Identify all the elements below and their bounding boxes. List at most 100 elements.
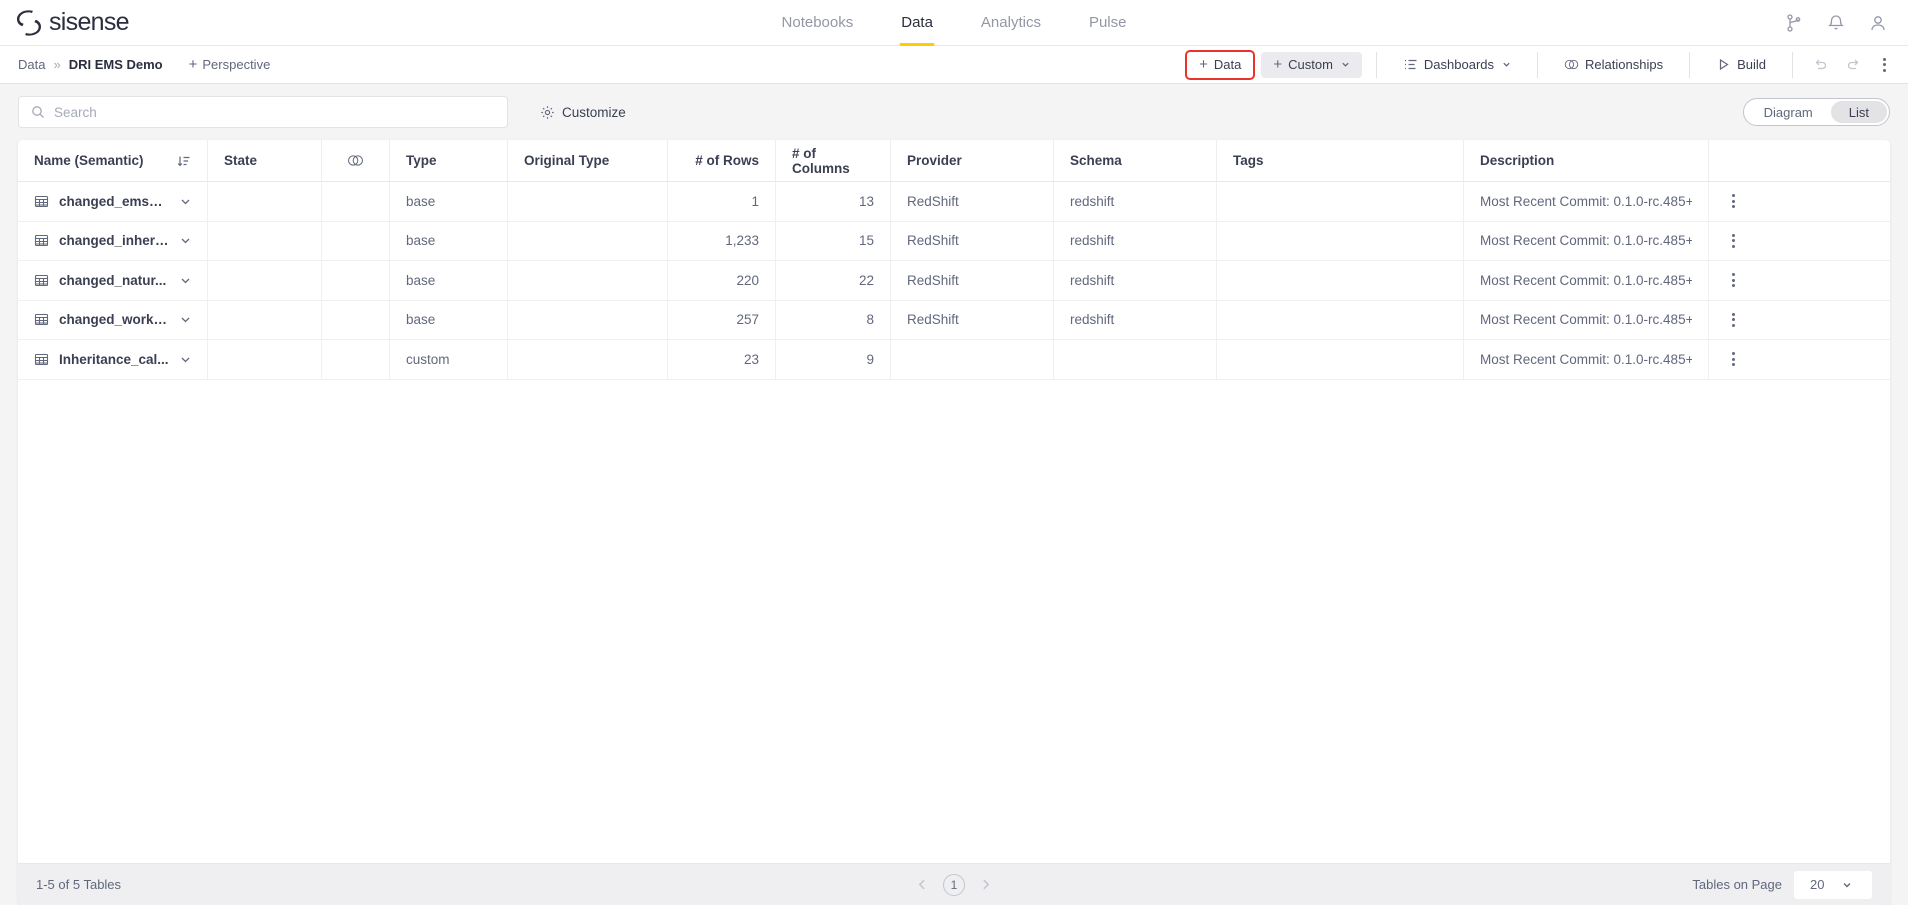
redo-button[interactable] xyxy=(1841,52,1867,78)
table-row[interactable]: changed_workfl... base 257 8 RedShift redshif… xyxy=(18,300,1890,340)
table-row-name-label: changed_workfl... xyxy=(59,312,170,328)
chevron-down-icon[interactable] xyxy=(180,235,191,246)
data-toolbar: + Data + Custom Dashboards Relationships… xyxy=(1173,46,1908,84)
table-header-cols[interactable]: # of Columns xyxy=(776,140,891,181)
table-row-tags-cell xyxy=(1217,340,1464,379)
dashboards-label: Dashboards xyxy=(1423,57,1495,72)
nav-right-icons xyxy=(1784,13,1908,33)
undo-button[interactable] xyxy=(1807,52,1833,78)
table-header-provider[interactable]: Provider xyxy=(891,140,1054,181)
sisense-logo-text: sisense xyxy=(49,8,130,36)
venn-icon[interactable] xyxy=(347,154,364,167)
table-row-state-cell xyxy=(208,221,322,260)
user-avatar-icon[interactable] xyxy=(1868,13,1888,33)
build-button[interactable]: Build xyxy=(1704,52,1778,78)
table-row-name-label: changed_natur... xyxy=(59,272,167,288)
tables-list: Name (Semantic) State Type Original Type # o… xyxy=(18,140,1890,380)
breadcrumb-current[interactable]: DRI EMS Demo xyxy=(69,57,163,72)
table-header-name[interactable]: Name (Semantic) xyxy=(18,140,208,181)
row-menu-button[interactable] xyxy=(1728,230,1739,252)
table-row-rows-cell: 220 xyxy=(668,261,776,300)
table-header-rows[interactable]: # of Rows xyxy=(668,140,776,181)
more-options-button[interactable] xyxy=(1875,54,1894,76)
bell-icon[interactable] xyxy=(1826,13,1846,33)
redo-icon xyxy=(1847,59,1859,69)
row-menu-button[interactable] xyxy=(1728,309,1739,331)
table-row-description-label: Most Recent Commit: 0.1.0-rc.485+Bran xyxy=(1480,351,1692,367)
search-box[interactable] xyxy=(18,96,508,128)
add-data-button[interactable]: + Data xyxy=(1187,52,1253,78)
previous-page-button[interactable] xyxy=(916,878,929,891)
nav-tab-notebooks[interactable]: Notebooks xyxy=(758,0,878,46)
table-row[interactable]: Inheritance_cal... custom 23 9 Most Recent C… xyxy=(18,340,1890,380)
undo-icon xyxy=(1815,59,1827,69)
nav-tab-analytics[interactable]: Analytics xyxy=(957,0,1065,46)
table-row[interactable]: changed_ems_l... base 1 13 RedShift redshift M… xyxy=(18,182,1890,222)
table-row-actions-cell[interactable] xyxy=(1709,222,1757,261)
table-row-actions-cell[interactable] xyxy=(1709,261,1757,300)
table-row-rows-label: 257 xyxy=(736,312,759,328)
toolbar-group-build: Build xyxy=(1690,46,1792,84)
table-row-description-cell: Most Recent Commit: 0.1.0-rc.485+Bran xyxy=(1464,182,1709,221)
dashboards-button[interactable]: Dashboards xyxy=(1391,52,1523,78)
nav-tab-pulse-label: Pulse xyxy=(1088,14,1127,31)
table-row-actions-cell[interactable] xyxy=(1709,301,1757,340)
table-row-type-cell: custom xyxy=(390,340,508,379)
view-mode-list[interactable]: List xyxy=(1830,101,1887,123)
table-header-orig[interactable]: Original Type xyxy=(508,140,668,181)
view-mode-toggle: Diagram List xyxy=(1742,98,1890,126)
table-row[interactable]: changed_natur... base 220 22 RedShift redshif… xyxy=(18,261,1890,301)
chevron-down-icon[interactable] xyxy=(180,196,191,207)
table-empty-space xyxy=(18,379,1890,863)
page-number-1[interactable]: 1 xyxy=(943,873,965,896)
table-header-state[interactable]: State xyxy=(208,140,322,181)
next-page-button[interactable] xyxy=(979,878,992,891)
table-footer: 1-5 of 5 Tables 1 Tables on Page 20 xyxy=(18,863,1890,905)
chevron-down-icon[interactable] xyxy=(180,275,191,286)
table-row-state-cell xyxy=(208,300,322,339)
git-branch-icon[interactable] xyxy=(1784,13,1804,33)
chevron-down-icon[interactable] xyxy=(180,354,191,365)
table-row-provider-cell: RedShift xyxy=(891,221,1054,260)
row-menu-button[interactable] xyxy=(1728,190,1739,212)
table-row-name-cell[interactable]: changed_inheri... xyxy=(18,221,208,260)
kebab-dot xyxy=(1731,323,1735,327)
table-header-label: Description xyxy=(1480,153,1555,168)
add-custom-button[interactable]: + Custom xyxy=(1261,51,1362,78)
breadcrumb-root[interactable]: Data xyxy=(18,57,45,72)
page-size-select[interactable]: 20 xyxy=(1794,870,1872,899)
sort-icon[interactable] xyxy=(177,154,191,168)
table-row-description-cell: Most Recent Commit: 0.1.0-rc.485+Bran xyxy=(1464,300,1709,339)
table-row-provider-label: RedShift xyxy=(907,272,959,288)
view-mode-diagram[interactable]: Diagram xyxy=(1746,101,1831,123)
relationships-button[interactable]: Relationships xyxy=(1552,52,1675,78)
chevron-down-icon[interactable] xyxy=(180,314,191,325)
table-row-actions-cell[interactable] xyxy=(1709,182,1757,221)
table-header-schema[interactable]: Schema xyxy=(1054,140,1217,181)
row-menu-button[interactable] xyxy=(1728,348,1739,370)
nav-tab-pulse[interactable]: Pulse xyxy=(1065,0,1151,46)
table-row-cols-cell: 13 xyxy=(776,182,891,221)
row-menu-button[interactable] xyxy=(1728,269,1739,291)
record-count-label: 1-5 of 5 Tables xyxy=(36,877,122,892)
table-header-tags[interactable]: Tags xyxy=(1217,140,1464,181)
table-row-name-cell[interactable]: changed_natur... xyxy=(18,261,208,300)
table-row-type-label: base xyxy=(406,272,436,288)
table-icon xyxy=(34,195,49,207)
table-header-desc[interactable]: Description xyxy=(1464,140,1709,181)
kebab-dot xyxy=(1731,273,1735,277)
table-header-actions[interactable] xyxy=(1709,140,1757,181)
table-row-name-cell[interactable]: Inheritance_cal... xyxy=(18,340,208,379)
table-row-actions-cell[interactable] xyxy=(1709,340,1757,379)
nav-tab-data[interactable]: Data xyxy=(877,0,957,46)
add-perspective-button[interactable]: + Perspective xyxy=(189,57,271,72)
table-row-name-cell[interactable]: changed_workfl... xyxy=(18,300,208,339)
sisense-logo[interactable]: sisense xyxy=(0,8,130,37)
table-header-type[interactable]: Type xyxy=(390,140,508,181)
table-row-name-cell[interactable]: changed_ems_l... xyxy=(18,182,208,221)
list-icon xyxy=(1404,59,1417,70)
table-row[interactable]: changed_inheri... base 1,233 15 RedShift reds… xyxy=(18,221,1890,261)
search-input[interactable] xyxy=(54,104,495,120)
table-header-rel[interactable] xyxy=(322,140,390,181)
customize-button[interactable]: Customize xyxy=(540,105,626,120)
